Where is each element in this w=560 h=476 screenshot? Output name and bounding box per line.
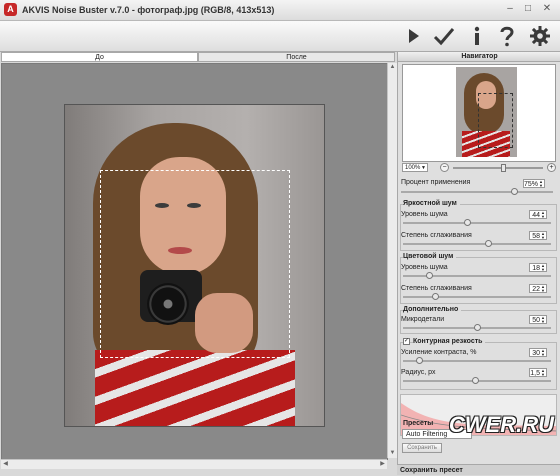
maximize-button[interactable]: □ [521, 3, 535, 15]
contrast-track[interactable] [403, 360, 551, 362]
help-button[interactable] [495, 24, 519, 48]
luminance-smooth-track[interactable] [403, 243, 551, 245]
radius-slider[interactable] [472, 377, 479, 384]
navigator-title: Навигатор [398, 52, 560, 62]
color-level-slider[interactable] [426, 272, 433, 279]
navigator-viewport-frame[interactable] [478, 93, 513, 148]
save-preset-button[interactable]: Сохранить [402, 443, 442, 453]
preview-selection-frame[interactable] [100, 170, 290, 358]
settings-gear-icon [530, 26, 550, 46]
zoom-controls: 100% ▼ − + [402, 163, 557, 173]
luminance-level-slider[interactable] [464, 219, 471, 226]
microdetails-slider[interactable] [474, 324, 481, 331]
luminance-smooth-label: Степень сглаживания [401, 232, 472, 239]
contrast-field[interactable]: 30 ▲ ▼ [529, 348, 547, 357]
chevron-down-icon: ▼ [421, 165, 426, 171]
window-title: AKVIS Noise Buster v.7.0 - фотограф.jpg … [22, 5, 275, 15]
watermark-text: CWER.RU [448, 412, 554, 437]
color-level-label: Уровень шума [401, 264, 448, 271]
apply-check-icon [433, 28, 455, 46]
tab-after[interactable]: После [198, 52, 395, 62]
help-icon [500, 26, 514, 47]
extra-title: Дополнительно [403, 306, 462, 313]
scroll-up-icon[interactable]: ▲ [388, 63, 397, 72]
radius-field[interactable]: 1,5 ▲ ▼ [529, 368, 547, 377]
apply-button[interactable] [432, 24, 456, 48]
color-smooth-slider[interactable] [432, 293, 439, 300]
spinner-icon[interactable]: ▲ ▼ [541, 369, 545, 377]
zoom-in-button[interactable]: + [547, 163, 556, 172]
zoom-slider-thumb[interactable] [501, 164, 506, 172]
scroll-right-icon[interactable]: ▶ [378, 460, 387, 469]
vertical-scrollbar[interactable]: ▲ ▼ [387, 63, 397, 458]
spinner-icon[interactable]: ▲ ▼ [541, 349, 545, 357]
settings-button[interactable] [528, 24, 552, 48]
title-bar: A AKVIS Noise Buster v.7.0 - фотограф.jp… [0, 0, 560, 21]
zoom-select[interactable]: 100% ▼ [402, 163, 428, 172]
apply-percent-track[interactable] [401, 191, 553, 193]
view-tabs: До После [0, 52, 395, 63]
color-smooth-track[interactable] [403, 296, 551, 298]
close-button[interactable]: ✕ [540, 3, 554, 15]
luminance-noise-title: Яркостной шум [403, 200, 460, 207]
minimize-button[interactable]: – [503, 3, 517, 15]
color-smooth-label: Степень сглаживания [401, 285, 472, 292]
spinner-icon[interactable]: ▲ ▼ [541, 316, 545, 324]
info-button[interactable] [465, 24, 489, 48]
sharpen-checkbox[interactable]: ✓ [403, 338, 410, 345]
contrast-slider[interactable] [416, 357, 423, 364]
luminance-smooth-slider[interactable] [485, 240, 492, 247]
tab-before[interactable]: До [1, 52, 198, 62]
radius-label: Радиус, px [401, 369, 436, 376]
horizontal-scrollbar[interactable]: ◀ ▶ [1, 459, 387, 469]
apply-percent-slider[interactable] [511, 188, 518, 195]
luminance-level-label: Уровень шума [401, 211, 448, 218]
zoom-out-button[interactable]: − [440, 163, 449, 172]
info-icon [474, 26, 480, 45]
luminance-smooth-field[interactable]: 58 ▲ ▼ [529, 231, 547, 240]
microdetails-field[interactable]: 50 ▲ ▼ [529, 315, 547, 324]
contrast-label: Усиление контраста, % [401, 349, 477, 356]
status-bar: Сохранить пресет [397, 464, 560, 475]
spinner-icon[interactable]: ▲ ▼ [541, 211, 545, 219]
image-canvas[interactable] [1, 63, 388, 460]
zoom-slider-track[interactable] [453, 167, 543, 169]
run-icon [409, 29, 419, 43]
toolbar [0, 21, 560, 52]
apply-percent-label: Процент применения [401, 179, 471, 186]
microdetails-label: Микродетали [401, 316, 445, 323]
akvis-logo-icon: A [4, 3, 17, 16]
navigator-preview[interactable] [402, 64, 556, 162]
spinner-icon[interactable]: ▲ ▼ [541, 285, 545, 293]
scroll-left-icon[interactable]: ◀ [1, 460, 10, 469]
run-button[interactable] [401, 24, 425, 48]
color-level-field[interactable]: 18 ▲ ▼ [529, 263, 547, 272]
spinner-icon[interactable]: ▲ ▼ [541, 264, 545, 272]
spinner-icon[interactable]: ▲ ▼ [541, 232, 545, 240]
apply-percent-field[interactable]: 75% ▲ ▼ [523, 179, 545, 188]
presets-title: Пресеты [403, 420, 434, 427]
spinner-icon[interactable]: ▲ ▼ [539, 180, 543, 188]
sharpen-title: Контурная резкость [413, 338, 486, 345]
luminance-level-field[interactable]: 44 ▲ ▼ [529, 210, 547, 219]
luminance-level-track[interactable] [403, 222, 551, 224]
color-smooth-field[interactable]: 22 ▲ ▼ [529, 284, 547, 293]
color-noise-title: Цветовой шум [403, 253, 457, 260]
scroll-down-icon[interactable]: ▼ [388, 449, 397, 458]
